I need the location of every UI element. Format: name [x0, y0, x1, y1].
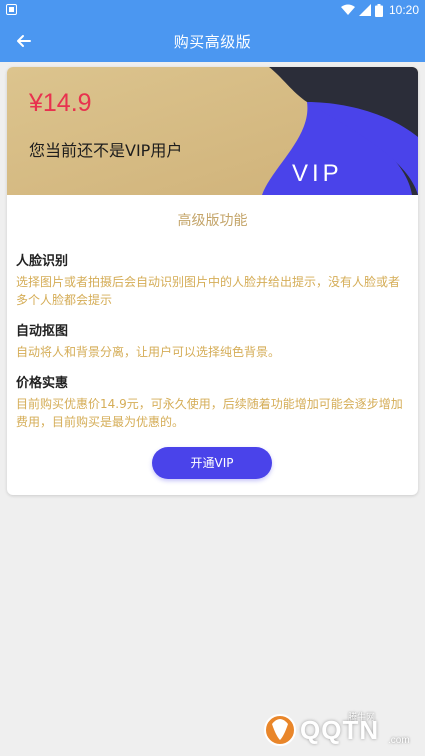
- feature-face-recognition: 人脸识别 选择图片或者拍摄后会自动识别图片中的人脸并给出提示，没有人脸或者多个人…: [16, 250, 408, 309]
- signal-icon: [358, 4, 371, 16]
- status-time: 10:20: [388, 3, 419, 17]
- feature-description: 选择图片或者拍摄后会自动识别图片中的人脸并给出提示，没有人脸或者多个人脸都会提示: [16, 275, 401, 307]
- page-title: 购买高级版: [173, 33, 252, 51]
- feature-description: 自动将人和背景分离，让用户可以选择纯色背景。: [16, 345, 281, 359]
- status-icons: 10:20: [340, 2, 419, 18]
- status-bar: 10:20: [0, 0, 425, 20]
- vip-price: ¥14.9: [29, 89, 92, 117]
- vip-badge-text: VIP: [292, 161, 343, 185]
- feature-auto-cutout: 自动抠图 自动将人和背景分离，让用户可以选择纯色背景。: [16, 320, 408, 361]
- purchase-card: ¥14.9 您当前还不是VIP用户 VIP 高级版功能 人脸识别 选择图片或者拍…: [7, 67, 418, 495]
- features-heading: 高级版功能: [177, 213, 248, 229]
- open-vip-button[interactable]: 开通VIP: [152, 447, 272, 479]
- vip-banner: ¥14.9 您当前还不是VIP用户 VIP: [7, 67, 418, 195]
- feature-title: 自动抠图: [16, 324, 69, 339]
- vip-status-message: 您当前还不是VIP用户: [29, 141, 183, 160]
- vip-badge-label: VIP: [292, 161, 343, 185]
- watermark-domain: .com: [388, 735, 410, 746]
- battery-icon: [374, 3, 383, 17]
- wifi-icon: [340, 4, 355, 15]
- watermark-brand: QQTN: [300, 715, 380, 745]
- android-notification-icon: [6, 4, 17, 15]
- feature-affordable-price: 价格实惠 目前购买优惠价14.9元，可永久使用，后续随着功能增加可能会逐步增加费…: [16, 372, 408, 431]
- feature-description: 目前购买优惠价14.9元，可永久使用，后续随着功能增加可能会逐步增加费用，目前购…: [16, 397, 403, 429]
- feature-title: 价格实惠: [16, 376, 69, 391]
- app-bar: 购买高级版: [0, 20, 425, 62]
- feature-title: 人脸识别: [16, 254, 69, 269]
